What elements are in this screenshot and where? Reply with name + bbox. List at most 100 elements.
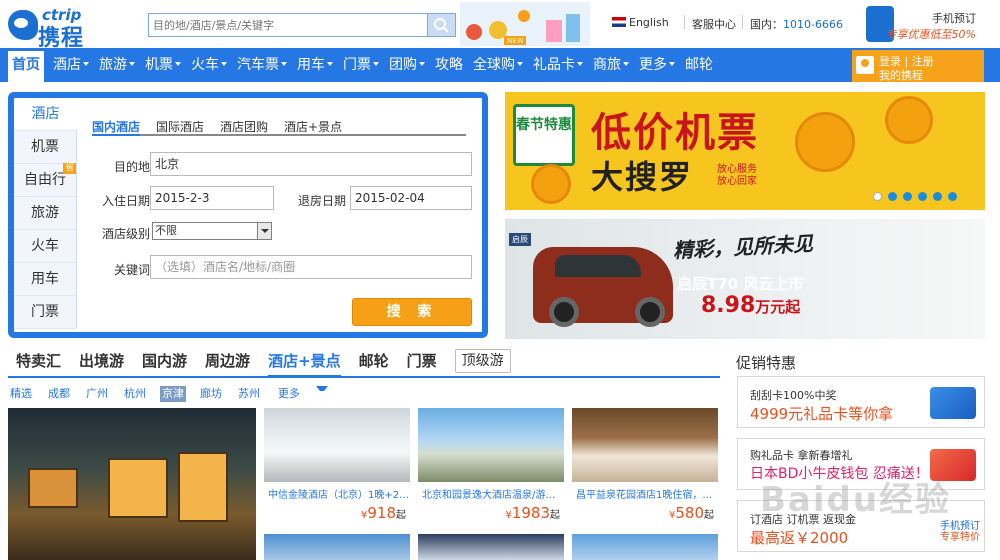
more-cities-button[interactable]: 更多 bbox=[274, 386, 342, 402]
main-nav: 首页 酒店 旅游 机票 火车 汽车票 用车 门票 团购 攻略 全球购 礼品卡 商旅 更多 邮轮 bbox=[0, 48, 1000, 82]
hotel-thumb[interactable] bbox=[572, 534, 718, 560]
keyword-input[interactable]: （选填）酒店名/地标/商圈 bbox=[150, 255, 472, 279]
nav-item[interactable]: 商旅 bbox=[588, 48, 634, 82]
hotel-level-label: 酒店级别 bbox=[101, 227, 150, 241]
hotel-tab[interactable]: 国内酒店 bbox=[92, 118, 141, 136]
nav-item[interactable]: 火车 bbox=[186, 48, 232, 82]
product-tab[interactable]: 火车 bbox=[14, 230, 77, 263]
nav-item[interactable]: 更多 bbox=[634, 48, 680, 82]
my-ctrip-link[interactable]: 我的携程 bbox=[879, 67, 923, 83]
chevron-down-icon bbox=[623, 62, 629, 66]
car-headline: 精彩，见所未见 bbox=[672, 231, 814, 263]
save-tag: 省 bbox=[62, 163, 76, 174]
nav-item[interactable]: 团购 bbox=[384, 48, 430, 82]
hotel-tab[interactable]: 酒店团购 bbox=[220, 118, 268, 135]
product-tab[interactable]: 机票 bbox=[14, 131, 77, 164]
product-tab[interactable]: 旅游 bbox=[14, 197, 77, 230]
nav-item[interactable]: 酒店 bbox=[48, 48, 94, 82]
carousel-dot[interactable] bbox=[918, 192, 927, 201]
product-tab[interactable]: 自由行省 bbox=[14, 163, 77, 197]
city-filter-item[interactable]: 京津 bbox=[160, 386, 186, 402]
mobile-booking-promo[interactable]: 手机预订 专享优惠低至50% bbox=[862, 4, 996, 46]
language-switcher[interactable]: English bbox=[612, 16, 669, 29]
phone-number: 1010-6666 bbox=[783, 18, 843, 31]
carousel-dot[interactable] bbox=[873, 192, 882, 201]
search-input[interactable] bbox=[149, 14, 427, 36]
product-tabs: 酒店 机票 自由行省旅游 火车 用车 门票 bbox=[14, 98, 77, 332]
language-label: English bbox=[629, 16, 669, 29]
checkin-date-input[interactable]: 2015-2-3 bbox=[150, 186, 274, 210]
search-button[interactable] bbox=[427, 14, 455, 36]
city-filter-item[interactable]: 精选 bbox=[8, 386, 34, 402]
product-tab[interactable]: 酒店 bbox=[14, 98, 77, 131]
carousel-dot[interactable] bbox=[888, 192, 897, 201]
login-box[interactable]: 登录 | 注册 我的携程 bbox=[852, 50, 984, 82]
car-wheel bbox=[549, 297, 579, 327]
city-filter-item[interactable]: 杭州 bbox=[122, 386, 148, 402]
chevron-down-icon bbox=[281, 62, 287, 66]
banner-subtitle: 大搜罗 bbox=[591, 158, 694, 196]
phone-label: 国内： bbox=[750, 18, 783, 31]
coin-icon bbox=[885, 96, 933, 144]
window-light bbox=[28, 468, 78, 508]
nav-item[interactable]: 邮轮 bbox=[680, 48, 718, 82]
city-filter-item[interactable]: 苏州 bbox=[236, 386, 262, 402]
hotel-card[interactable]: 中信金陵酒店（北京）1晚+2… ¥918起 bbox=[264, 408, 410, 526]
ctrip-logo[interactable]: ctrip 携程 bbox=[8, 6, 112, 51]
nav-item[interactable]: 首页 bbox=[8, 51, 44, 82]
hotel-card[interactable]: 昌平益泉花园酒店1晚住宿，… ¥580起 bbox=[572, 408, 718, 526]
nav-item[interactable]: 全球购 bbox=[468, 48, 528, 82]
chevron-down-icon bbox=[419, 62, 425, 66]
chevron-down-icon bbox=[175, 62, 181, 66]
nav-item[interactable]: 用车 bbox=[292, 48, 338, 82]
nav-item[interactable]: 旅游 bbox=[94, 48, 140, 82]
banner-slogan: 放心服务 放心回家 bbox=[717, 164, 757, 187]
carousel-dots bbox=[873, 190, 963, 204]
product-tab[interactable]: 门票 bbox=[14, 296, 77, 329]
hotel-card-caption[interactable]: 中信金陵酒店（北京）1晚+2… bbox=[268, 486, 408, 501]
city-filter-item[interactable]: 成都 bbox=[46, 386, 72, 402]
carousel-dot[interactable] bbox=[948, 192, 957, 201]
deal-tab[interactable]: 周边游 bbox=[205, 348, 250, 375]
hotel-search-button[interactable]: 搜 索 bbox=[352, 298, 472, 326]
promo-line2: 最高返￥2000 bbox=[750, 529, 849, 547]
deal-tab[interactable]: 国内游 bbox=[142, 348, 187, 375]
flight-promo-banner[interactable]: 春节特惠 低价机票 大搜罗 放心服务 放心回家 bbox=[505, 92, 985, 210]
promo-item[interactable]: 刮刮卡100%中奖 4999元礼品卡等你拿 bbox=[737, 376, 985, 428]
carousel-dot[interactable] bbox=[933, 192, 942, 201]
car-model: 启辰T70 风云上市 bbox=[677, 275, 804, 293]
hotel-tab[interactable]: 酒店+景点 bbox=[284, 118, 342, 135]
carousel-dot[interactable] bbox=[903, 192, 912, 201]
nav-item[interactable]: 礼品卡 bbox=[528, 48, 588, 82]
nav-item[interactable]: 机票 bbox=[140, 48, 186, 82]
hotel-card-caption[interactable]: 昌平益泉花园酒店1晚住宿，… bbox=[576, 486, 716, 501]
deal-tab[interactable]: 出境游 bbox=[79, 348, 124, 375]
service-center-link[interactable]: 客服中心 bbox=[692, 16, 736, 32]
deal-tab[interactable]: 酒店+景点 bbox=[268, 348, 341, 378]
hotel-card[interactable]: 北京和园景逸大酒店温泉/游… ¥1983起 bbox=[418, 408, 564, 526]
city-filter-item[interactable]: 广州 bbox=[84, 386, 110, 402]
new-year-decoration-image: NEW bbox=[460, 2, 590, 46]
nav-item[interactable]: 攻略 bbox=[430, 48, 468, 82]
deal-tab[interactable]: 特卖汇 bbox=[16, 348, 61, 375]
nav-item[interactable]: 门票 bbox=[338, 48, 384, 82]
keyword-label: 关键词 bbox=[113, 263, 150, 277]
car-ad-banner[interactable]: 启辰 精彩，见所未见 启辰T70 风云上市 8.98万元起 bbox=[505, 219, 985, 339]
destination-input[interactable]: 北京 bbox=[150, 152, 472, 176]
nav-item[interactable]: 汽车票 bbox=[232, 48, 292, 82]
window-light bbox=[108, 458, 168, 518]
product-tab[interactable]: 用车 bbox=[14, 263, 77, 296]
hotel-tab[interactable]: 国际酒店 bbox=[156, 118, 204, 135]
hotel-thumb[interactable] bbox=[418, 534, 564, 560]
search-icon bbox=[434, 18, 449, 33]
deal-tab[interactable]: 顶级游 bbox=[454, 349, 511, 373]
city-filter-item[interactable]: 廊坊 bbox=[198, 386, 224, 402]
hotel-thumb[interactable] bbox=[264, 534, 410, 560]
deal-tab[interactable]: 门票 bbox=[407, 348, 437, 375]
featured-hotel-image[interactable] bbox=[8, 408, 256, 560]
checkout-date-input[interactable]: 2015-02-04 bbox=[350, 186, 472, 210]
deal-tab[interactable]: 邮轮 bbox=[359, 348, 389, 375]
hotel-card-caption[interactable]: 北京和园景逸大酒店温泉/游… bbox=[422, 486, 562, 501]
hotel-level-select[interactable]: 不限 bbox=[152, 222, 272, 240]
hotline[interactable]: 国内：1010-6666 bbox=[750, 16, 843, 32]
